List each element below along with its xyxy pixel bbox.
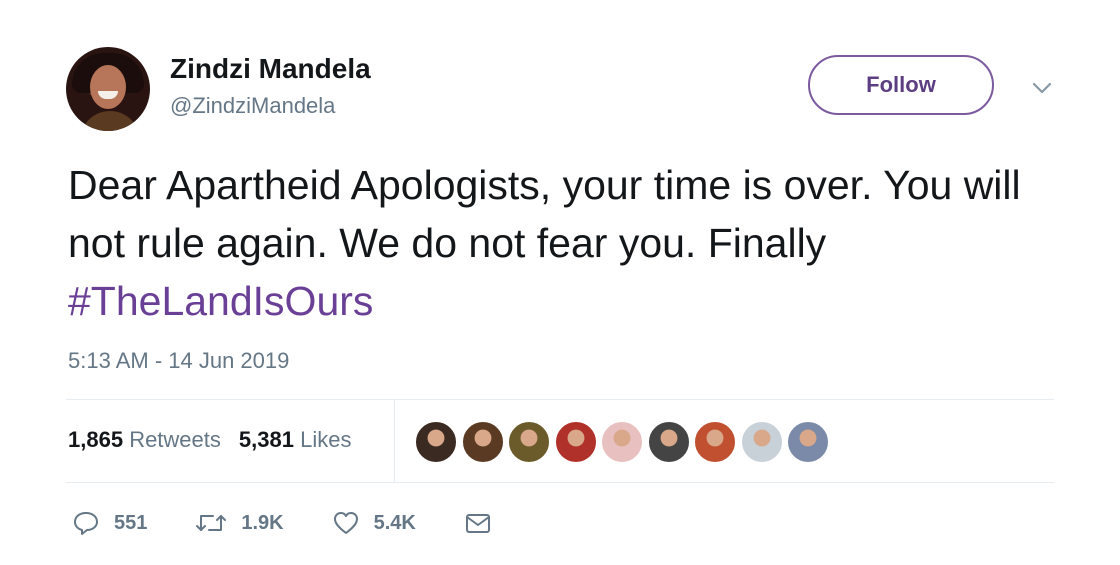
- reply-count: 551: [114, 511, 148, 534]
- liker-avatar[interactable]: [693, 420, 737, 464]
- like-count: 5.4K: [373, 511, 416, 534]
- avatar-face: [90, 65, 126, 109]
- likes-label: Likes: [300, 427, 352, 452]
- stats-separator: [394, 400, 395, 482]
- hashtag-link[interactable]: #TheLandIsOurs: [68, 278, 373, 324]
- reply-icon: [74, 512, 98, 535]
- liker-avatar[interactable]: [786, 420, 830, 464]
- liker-avatar[interactable]: [646, 420, 691, 464]
- retweets-count: 1,865: [68, 427, 124, 452]
- tweet-timestamp[interactable]: 5:13 AM - 14 Jun 2019: [68, 348, 289, 374]
- liker-avatar[interactable]: [460, 420, 505, 464]
- display-name[interactable]: Zindzi Mandela: [170, 53, 371, 85]
- retweets-stat[interactable]: 1,865 Retweets: [68, 427, 221, 453]
- liker-avatar[interactable]: [553, 420, 598, 464]
- divider-bottom: [66, 482, 1054, 483]
- liker-avatar[interactable]: [739, 420, 784, 464]
- direct-message-button[interactable]: [464, 511, 506, 535]
- follow-button[interactable]: Follow: [808, 55, 994, 115]
- likes-stat[interactable]: 5,381 Likes: [239, 427, 352, 453]
- liker-avatar[interactable]: [507, 420, 551, 464]
- chevron-down-icon[interactable]: [1030, 78, 1054, 98]
- avatar-shoulder: [80, 111, 140, 131]
- like-button[interactable]: 5.4K: [332, 510, 416, 536]
- retweet-count: 1.9K: [241, 511, 284, 534]
- envelope-icon: [465, 514, 490, 533]
- liker-avatar[interactable]: [600, 420, 644, 464]
- retweet-button[interactable]: 1.9K: [195, 510, 284, 536]
- retweets-label: Retweets: [129, 427, 221, 452]
- reply-button[interactable]: 551: [72, 510, 147, 536]
- tweet-actions: 551 1.9K 5.4K: [72, 510, 554, 536]
- tweet-text: Dear Apartheid Apologists, your time is …: [68, 156, 1068, 330]
- liker-avatars: [414, 420, 833, 464]
- tweet-body: Dear Apartheid Apologists, your time is …: [68, 162, 1021, 266]
- divider-top: [66, 399, 1054, 400]
- user-handle[interactable]: @ZindziMandela: [170, 93, 335, 119]
- heart-icon: [333, 512, 358, 534]
- tweet-stats: 1,865 Retweets 5,381 Likes: [68, 427, 351, 453]
- avatar[interactable]: [66, 47, 150, 131]
- liker-avatar[interactable]: [414, 420, 458, 464]
- retweet-icon: [196, 515, 227, 531]
- likes-count: 5,381: [238, 427, 294, 452]
